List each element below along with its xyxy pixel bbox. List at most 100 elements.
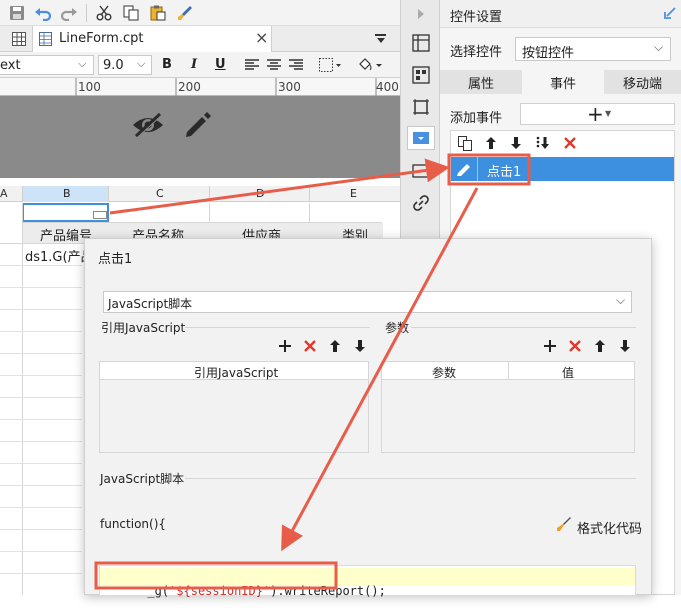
add-icon[interactable] (276, 337, 294, 355)
row-line (0, 353, 82, 354)
function-text: function(){ (100, 517, 167, 531)
tab-mobile[interactable]: 移动端 (604, 70, 681, 94)
add-event-plus: + (587, 102, 604, 126)
script-rule (185, 478, 636, 479)
format-brush-icon[interactable] (175, 3, 195, 23)
copy-event-icon[interactable] (455, 134, 475, 152)
file-tab[interactable]: LineForm.cpt × (32, 26, 272, 52)
row-line (0, 529, 82, 530)
code-editor[interactable]: _g('${sessionID}').writeReport(); (99, 565, 636, 598)
button-widget[interactable] (93, 211, 107, 219)
align-right-icon[interactable] (288, 57, 304, 73)
align-center-icon[interactable] (266, 57, 282, 73)
row-line (0, 397, 82, 398)
undo-icon[interactable] (33, 3, 53, 23)
col-sep (508, 362, 509, 380)
underline-button[interactable]: U (215, 57, 226, 72)
add-event-button[interactable]: + ▼ (520, 102, 675, 126)
arrow-up-icon[interactable] (482, 134, 500, 152)
pencil-icon[interactable] (180, 108, 214, 142)
column-header-c[interactable]: C (156, 187, 164, 200)
cell-elements-icon[interactable] (410, 64, 432, 86)
border-icon[interactable] (318, 57, 342, 73)
size-select[interactable]: 9.0 ⌵ (98, 55, 152, 75)
ref-js-label: 引用JavaScript (101, 321, 186, 335)
row-line (0, 507, 82, 508)
save-icon[interactable] (7, 3, 27, 23)
row-line (0, 441, 82, 442)
add-icon[interactable] (541, 337, 559, 355)
collapse-panel-icon[interactable] (662, 5, 678, 21)
arrow-up-icon[interactable] (326, 337, 344, 355)
select-widget-label: 选择控件 (450, 45, 503, 60)
copy-icon[interactable] (121, 3, 141, 23)
toolbar-divider (86, 4, 87, 22)
widget-settings-icon[interactable] (407, 126, 435, 150)
panel-header: 控件设置 (440, 0, 681, 28)
param-column-header: 参数 (432, 366, 457, 380)
row-line (0, 309, 82, 310)
code-suffix: ).writeReport(); (270, 584, 386, 598)
paste-icon[interactable] (148, 3, 168, 23)
ruler-marks (75, 78, 377, 96)
arrow-down-icon[interactable] (507, 134, 525, 152)
ref-js-rule (185, 327, 370, 328)
row-line (0, 485, 82, 486)
cut-icon[interactable] (94, 3, 114, 23)
move-to-bottom-icon[interactable] (533, 134, 553, 152)
main-toolbar (0, 0, 400, 26)
row-line (0, 573, 82, 574)
eye-off-icon[interactable] (130, 110, 166, 140)
size-select-value: 9.0 (103, 58, 124, 73)
hyperlink-icon[interactable] (410, 192, 432, 214)
bold-button[interactable]: B (162, 57, 172, 72)
close-icon[interactable]: × (255, 28, 268, 47)
script-type-select[interactable]: JavaScript脚本 ⌵ (103, 291, 632, 313)
delete-icon[interactable] (561, 134, 579, 152)
tab-events[interactable]: 事件 (522, 70, 604, 94)
arrow-up-icon[interactable] (591, 337, 609, 355)
delete-icon[interactable] (301, 337, 319, 355)
select-widget-value: 按钮控件 (522, 46, 575, 61)
edit-icon[interactable] (454, 159, 474, 179)
italic-button[interactable]: I (191, 57, 197, 72)
column-header-e[interactable]: E (350, 187, 357, 200)
font-select[interactable]: ext ⌵ (0, 55, 94, 75)
event-item-selected[interactable]: 点击1 (451, 157, 674, 181)
col-sep (309, 186, 310, 202)
row-line (0, 265, 82, 266)
col-sep (22, 203, 23, 595)
value-column-header: 值 (562, 366, 575, 380)
column-header-d[interactable]: D (256, 187, 264, 200)
row-line (0, 287, 82, 288)
align-left-icon[interactable] (244, 57, 260, 73)
cell-attributes-icon[interactable] (410, 32, 432, 54)
column-header-b[interactable]: B (22, 186, 109, 202)
tab-mobile-label: 移动端 (622, 76, 662, 92)
code-string: '${sessionID}' (169, 584, 271, 598)
ref-js-table: 引用JavaScript (99, 361, 369, 453)
condition-attributes-icon[interactable] (410, 160, 432, 182)
format-bar: ext ⌵ 9.0 ⌵ B I U (0, 52, 400, 78)
collapse-arrow-icon[interactable] (413, 6, 429, 22)
arrow-down-icon[interactable] (616, 337, 634, 355)
ref-js-table-header: 引用JavaScript (100, 362, 368, 380)
chevron-down-icon: ⌵ (78, 57, 87, 70)
float-element-icon[interactable] (410, 96, 432, 118)
file-tab-label: LineForm.cpt (59, 31, 144, 46)
panel-title: 控件设置 (450, 10, 503, 25)
col-sep (209, 186, 210, 202)
column-header-a[interactable]: A (0, 187, 8, 200)
delete-icon[interactable] (566, 337, 584, 355)
format-code-button[interactable]: 格式化代码 (577, 518, 642, 537)
code-line[interactable]: _g('${sessionID}').writeReport(); (104, 570, 386, 612)
redo-icon[interactable] (59, 3, 79, 23)
broom-icon[interactable] (555, 515, 573, 533)
tab-attributes[interactable]: 属性 (440, 70, 522, 94)
tab-menu-icon[interactable] (372, 31, 390, 47)
fill-color-icon[interactable] (356, 56, 384, 74)
tab-attributes-label: 属性 (467, 76, 494, 92)
select-widget-dropdown[interactable]: 按钮控件 ⌵ (515, 37, 671, 61)
row-line (0, 375, 82, 376)
arrow-down-icon[interactable] (351, 337, 369, 355)
